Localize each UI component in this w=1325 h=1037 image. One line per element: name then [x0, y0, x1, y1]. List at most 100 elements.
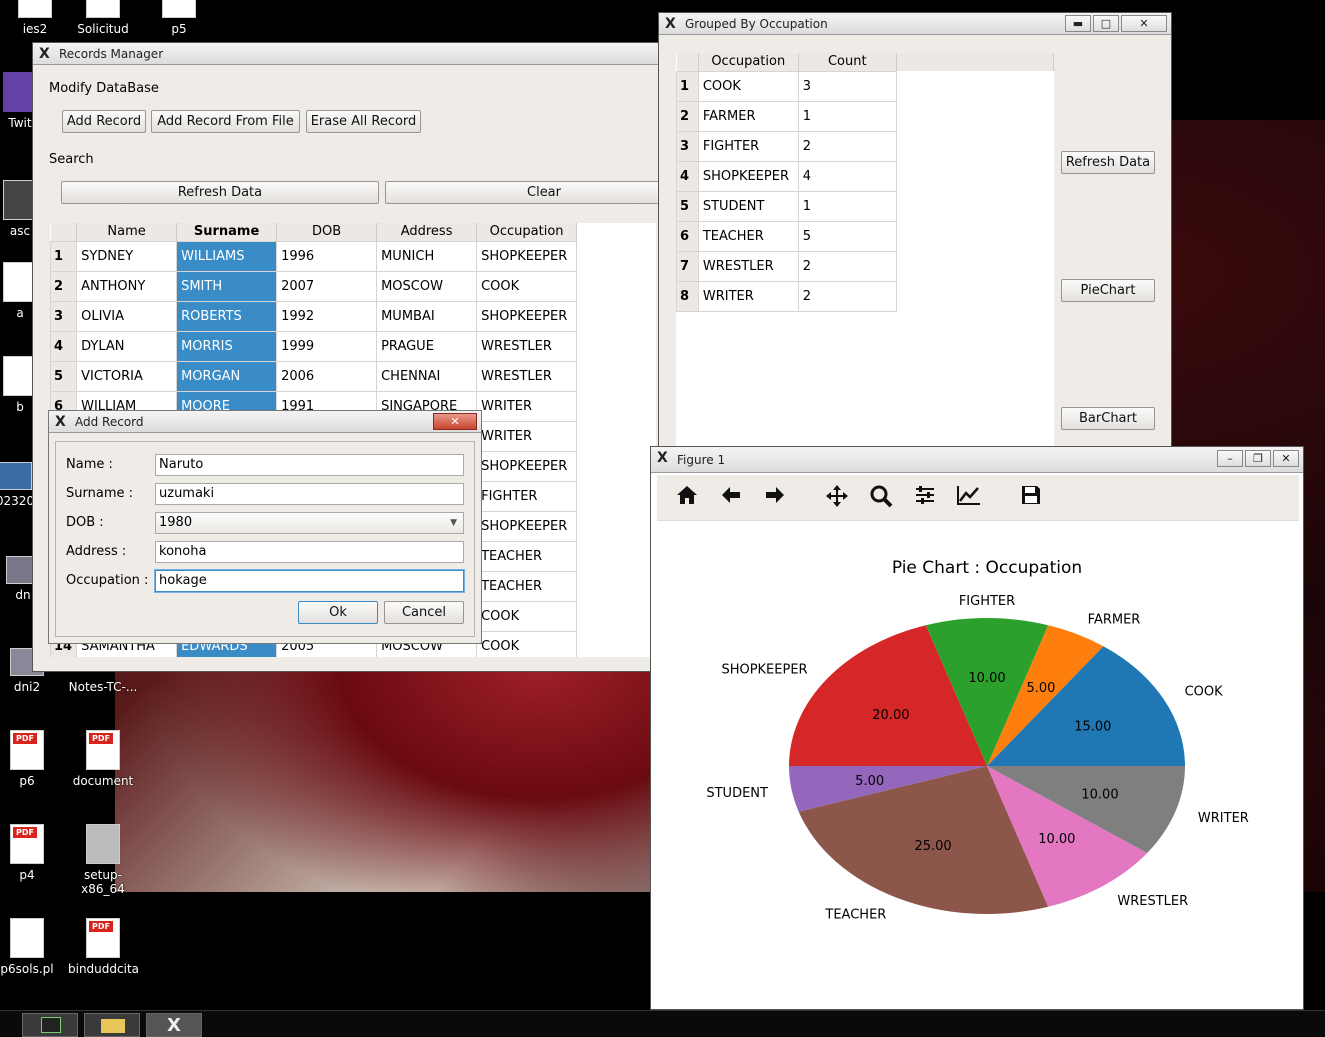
address-cell[interactable]: CHENNAI [376, 360, 478, 392]
table-row[interactable]: 8 WRITER 2 [676, 280, 1054, 312]
occupation-cell[interactable]: COOK [697, 70, 799, 102]
occupation-cell[interactable]: SHOPKEEPER [697, 160, 799, 192]
name-cell[interactable]: ANTHONY [76, 270, 178, 302]
table-row[interactable]: 1 SYDNEY WILLIAMS 1996 MUNICH SHOPKEEPER [50, 240, 578, 272]
address-cell[interactable]: MOSCOW [376, 270, 478, 302]
row-number[interactable]: 2 [676, 100, 699, 132]
column-header[interactable]: Name [76, 223, 178, 241]
row-number[interactable]: 5 [50, 360, 78, 392]
address-cell[interactable]: PRAGUE [376, 330, 478, 362]
grouped-table[interactable]: Occupation Count 1 COOK 3 2 FARMER 1 3 FIGHTER 2… [676, 53, 1054, 453]
clear-button[interactable]: Clear [385, 181, 703, 204]
occupation-cell[interactable]: FARMER [697, 100, 799, 132]
row-number[interactable]: 2 [50, 270, 78, 302]
cancel-button[interactable]: Cancel [384, 601, 464, 624]
desktop-icon[interactable]: p6sols.pl [0, 918, 62, 976]
occupation-cell[interactable]: WRESTLER [697, 250, 799, 282]
address-cell[interactable]: MUNICH [376, 240, 478, 272]
table-row[interactable]: 7 WRESTLER 2 [676, 250, 1054, 282]
occupation-cell[interactable]: TEACHER [476, 570, 578, 602]
column-header[interactable]: Occupation [476, 223, 578, 241]
column-header[interactable]: Address [376, 223, 478, 241]
count-cell[interactable]: 5 [797, 220, 897, 252]
row-number[interactable]: 3 [50, 300, 78, 332]
count-cell[interactable]: 4 [797, 160, 897, 192]
ok-button[interactable]: Ok [298, 601, 378, 624]
name-cell[interactable]: OLIVIA [76, 300, 178, 332]
erase-all-button[interactable]: Erase All Record [306, 110, 421, 133]
table-row[interactable]: 6 TEACHER 5 [676, 220, 1054, 252]
table-row[interactable]: 4 SHOPKEEPER 4 [676, 160, 1054, 192]
maximize-button[interactable]: □ [1093, 15, 1119, 32]
maximize-button[interactable]: ❐ [1245, 450, 1271, 467]
occupation-cell[interactable]: FIGHTER [476, 480, 578, 512]
column-header[interactable]: Surname [176, 223, 278, 241]
refresh-data-button[interactable]: Refresh Data [61, 181, 379, 204]
occupation-cell[interactable]: SHOPKEEPER [476, 510, 578, 542]
occupation-cell[interactable]: WRESTLER [476, 330, 578, 362]
row-number[interactable]: 5 [676, 190, 699, 222]
count-cell[interactable]: 3 [797, 70, 897, 102]
taskbar-terminal-button[interactable] [22, 1013, 78, 1037]
add-record-from-file-button[interactable]: Add Record From File [151, 110, 300, 133]
desktop-icon[interactable]: setup-x86_64 [68, 824, 138, 896]
table-row[interactable]: 4 DYLAN MORRIS 1999 PRAGUE WRESTLER [50, 330, 578, 362]
add-record-button[interactable]: Add Record [62, 110, 146, 133]
desktop-icon[interactable]: ies2 [0, 0, 70, 36]
occupation-cell[interactable]: COOK [476, 630, 578, 657]
dialog-titlebar[interactable]: X Add Record ✕ [49, 411, 481, 433]
occupation-cell[interactable]: TEACHER [476, 540, 578, 572]
table-row[interactable]: 5 VICTORIA MORGAN 2006 CHENNAI WRESTLER [50, 360, 578, 392]
count-cell[interactable]: 1 [797, 100, 897, 132]
surname-cell[interactable]: ROBERTS [176, 300, 278, 332]
occupation-cell[interactable]: WRITER [697, 280, 799, 312]
row-number[interactable]: 7 [676, 250, 699, 282]
surname-cell[interactable]: WILLIAMS [176, 240, 278, 272]
occupation-cell[interactable]: WRITER [476, 420, 578, 452]
row-number[interactable]: 1 [50, 240, 78, 272]
records-manager-titlebar[interactable]: X Records Manager [33, 43, 671, 65]
occupation-cell[interactable]: WRITER [476, 390, 578, 422]
table-row[interactable]: 3 FIGHTER 2 [676, 130, 1054, 162]
dob-cell[interactable]: 1999 [276, 330, 378, 362]
grouped-titlebar[interactable]: X Grouped By Occupation ▬ □ ✕ [659, 13, 1171, 35]
desktop-icon[interactable]: document [68, 730, 138, 788]
count-cell[interactable]: 2 [797, 130, 897, 162]
piechart-button[interactable]: PieChart [1061, 279, 1155, 302]
minimize-button[interactable]: – [1217, 450, 1243, 467]
name-cell[interactable]: SYDNEY [76, 240, 178, 272]
group-refresh-button[interactable]: Refresh Data [1061, 151, 1155, 174]
row-number[interactable]: 8 [676, 280, 699, 312]
count-cell[interactable]: 2 [797, 250, 897, 282]
address-field[interactable]: konoha [155, 541, 464, 563]
table-row[interactable]: 2 FARMER 1 [676, 100, 1054, 132]
surname-field[interactable]: uzumaki [155, 483, 464, 505]
row-number[interactable]: 3 [676, 130, 699, 162]
occupation-cell[interactable]: COOK [476, 270, 578, 302]
surname-cell[interactable]: MORRIS [176, 330, 278, 362]
pan-icon[interactable] [822, 484, 852, 514]
row-number[interactable]: 1 [676, 70, 699, 102]
edit-axis-icon[interactable] [954, 484, 984, 514]
occupation-field[interactable]: hokage [155, 570, 464, 592]
row-number[interactable]: 6 [676, 220, 699, 252]
occupation-cell[interactable]: SHOPKEEPER [476, 240, 578, 272]
column-header[interactable]: DOB [276, 223, 378, 241]
forward-icon[interactable] [760, 484, 790, 514]
home-icon[interactable] [672, 484, 702, 514]
figure-titlebar[interactable]: X Figure 1 – ❐ ✕ [651, 447, 1303, 473]
table-row[interactable]: 2 ANTHONY SMITH 2007 MOSCOW COOK [50, 270, 578, 302]
taskbar-explorer-button[interactable] [84, 1013, 140, 1037]
count-cell[interactable]: 2 [797, 280, 897, 312]
column-header[interactable]: Count [798, 53, 897, 71]
column-header[interactable]: Occupation [698, 53, 799, 71]
save-icon[interactable] [1016, 484, 1046, 514]
occupation-cell[interactable]: TEACHER [697, 220, 799, 252]
close-button[interactable]: ✕ [1273, 450, 1299, 467]
surname-cell[interactable]: SMITH [176, 270, 278, 302]
table-row[interactable]: 1 COOK 3 [676, 70, 1054, 102]
zoom-icon[interactable] [866, 484, 896, 514]
occupation-cell[interactable]: WRESTLER [476, 360, 578, 392]
table-row[interactable]: 5 STUDENT 1 [676, 190, 1054, 222]
count-cell[interactable]: 1 [797, 190, 897, 222]
